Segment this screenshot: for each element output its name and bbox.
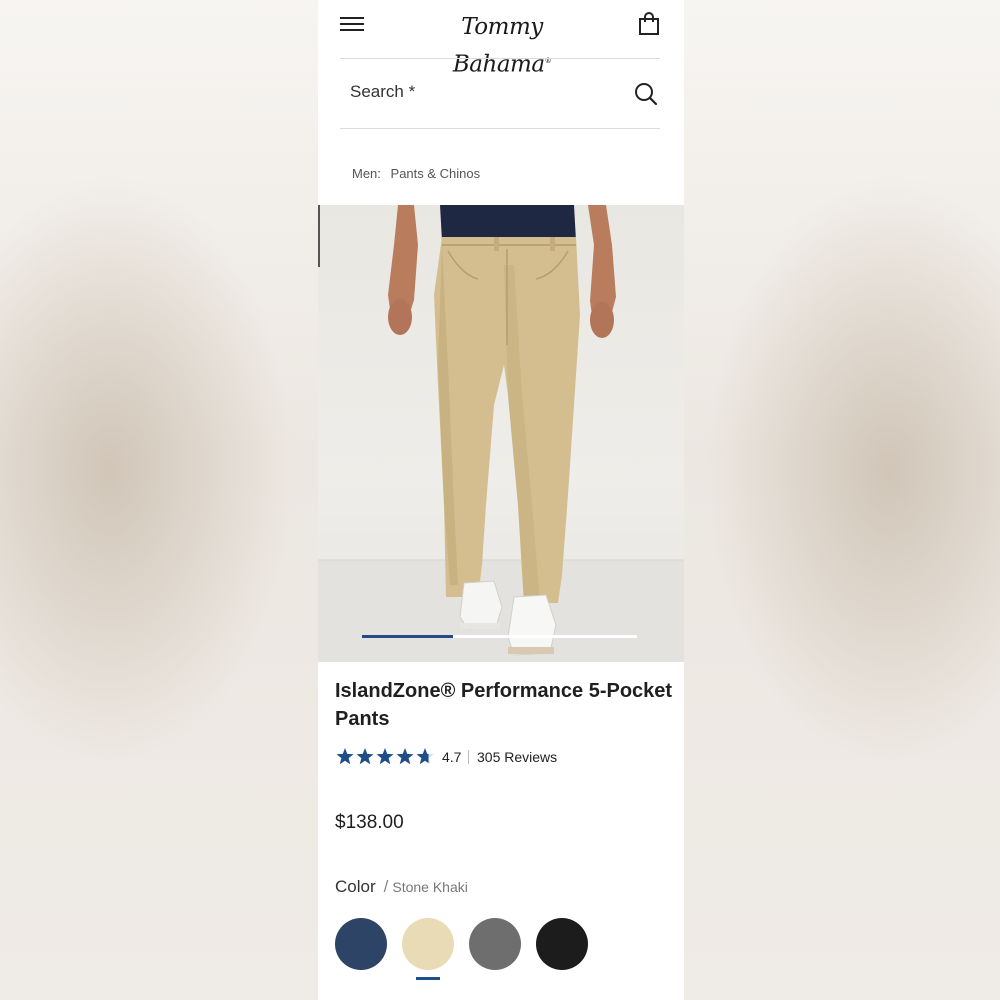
star-icon [416, 748, 434, 765]
site-header: Tommy Bahama® [318, 0, 684, 78]
selected-swatch-indicator [416, 977, 440, 980]
star-icon [336, 748, 354, 765]
selected-color-name: Stone Khaki [392, 879, 468, 895]
breadcrumb: Men: Pants & Chinos [352, 166, 480, 181]
hamburger-menu-icon[interactable] [340, 14, 364, 34]
header-divider [340, 58, 660, 59]
rating-row: 4.7 305 Reviews [335, 746, 665, 768]
breadcrumb-link-pants-chinos[interactable]: Pants & Chinos [391, 166, 481, 181]
search-icon[interactable] [634, 82, 658, 106]
reviews-link[interactable]: 305 Reviews [477, 749, 557, 765]
search-divider [340, 128, 660, 129]
star-icon [356, 748, 374, 765]
star-rating[interactable] [335, 747, 435, 767]
color-swatch[interactable] [536, 918, 588, 970]
rating-value: 4.7 [442, 749, 462, 765]
star-icon [396, 748, 414, 765]
rating-divider [468, 750, 469, 764]
image-carousel-progress[interactable] [362, 635, 637, 638]
color-separator: / [383, 877, 389, 896]
color-label: Color [335, 877, 376, 896]
product-price: $138.00 [335, 812, 404, 833]
color-swatch[interactable] [335, 918, 387, 970]
shopping-bag-icon[interactable] [638, 12, 660, 36]
search-input[interactable]: Search * [340, 60, 660, 128]
product-image[interactable] [318, 205, 684, 662]
search-label: Search * [350, 82, 416, 101]
brand-logo[interactable]: Tommy Bahama® [414, 10, 590, 78]
product-title: IslandZone® Performance 5-Pocket Pants [335, 680, 673, 730]
color-swatch[interactable] [469, 918, 521, 970]
carousel-progress-fill [362, 635, 453, 638]
color-swatch[interactable] [402, 918, 454, 970]
star-icon [376, 748, 394, 765]
product-photo [318, 205, 684, 662]
breadcrumb-prefix: Men: [352, 166, 381, 181]
color-selector-label: Color / Stone Khaki [335, 877, 468, 897]
mobile-page: Tommy Bahama® Search * Men: Pants & Chin… [318, 0, 684, 1000]
